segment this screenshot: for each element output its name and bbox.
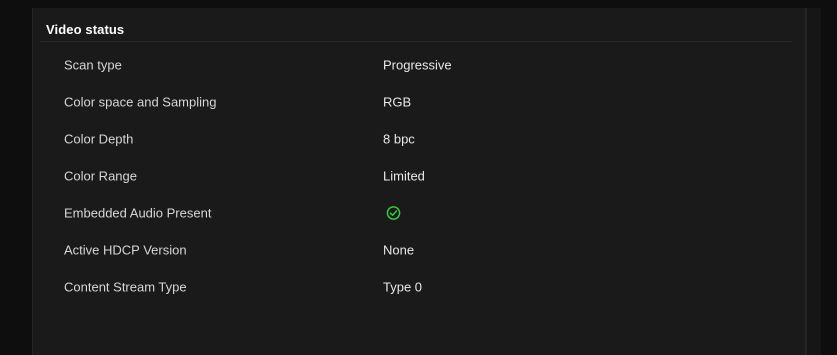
check-circle-icon <box>386 206 401 220</box>
status-row-color-space: Color space and Sampling RGB <box>40 84 792 120</box>
status-row-scan-type: Scan type Progressive <box>40 47 792 83</box>
row-label: Active HDCP Version <box>64 242 187 258</box>
row-label: Embedded Audio Present <box>64 205 212 221</box>
row-value: 8 bpc <box>383 131 415 147</box>
row-label: Color Range <box>64 168 137 184</box>
status-row-embedded-audio: Embedded Audio Present <box>40 195 792 231</box>
section-divider <box>40 41 792 42</box>
status-row-hdcp-version: Active HDCP Version None <box>40 232 792 268</box>
row-value: Progressive <box>383 57 452 73</box>
status-row-content-stream-type: Content Stream Type Type 0 <box>40 269 792 305</box>
row-value: Type 0 <box>383 279 423 295</box>
row-value: RGB <box>383 94 412 110</box>
row-label: Color space and Sampling <box>64 94 217 110</box>
row-label: Scan type <box>64 57 122 73</box>
section-title: Video status <box>46 22 125 37</box>
status-row-color-depth: Color Depth 8 bpc <box>40 121 792 157</box>
row-value: None <box>383 242 415 258</box>
row-value: Limited <box>383 168 425 184</box>
scrollbar-track[interactable] <box>806 8 821 355</box>
video-status-page: Video status Scan type Progressive Color… <box>0 0 837 355</box>
row-label: Content Stream Type <box>64 279 187 295</box>
row-label: Color Depth <box>64 131 134 147</box>
status-row-color-range: Color Range Limited <box>40 158 792 194</box>
